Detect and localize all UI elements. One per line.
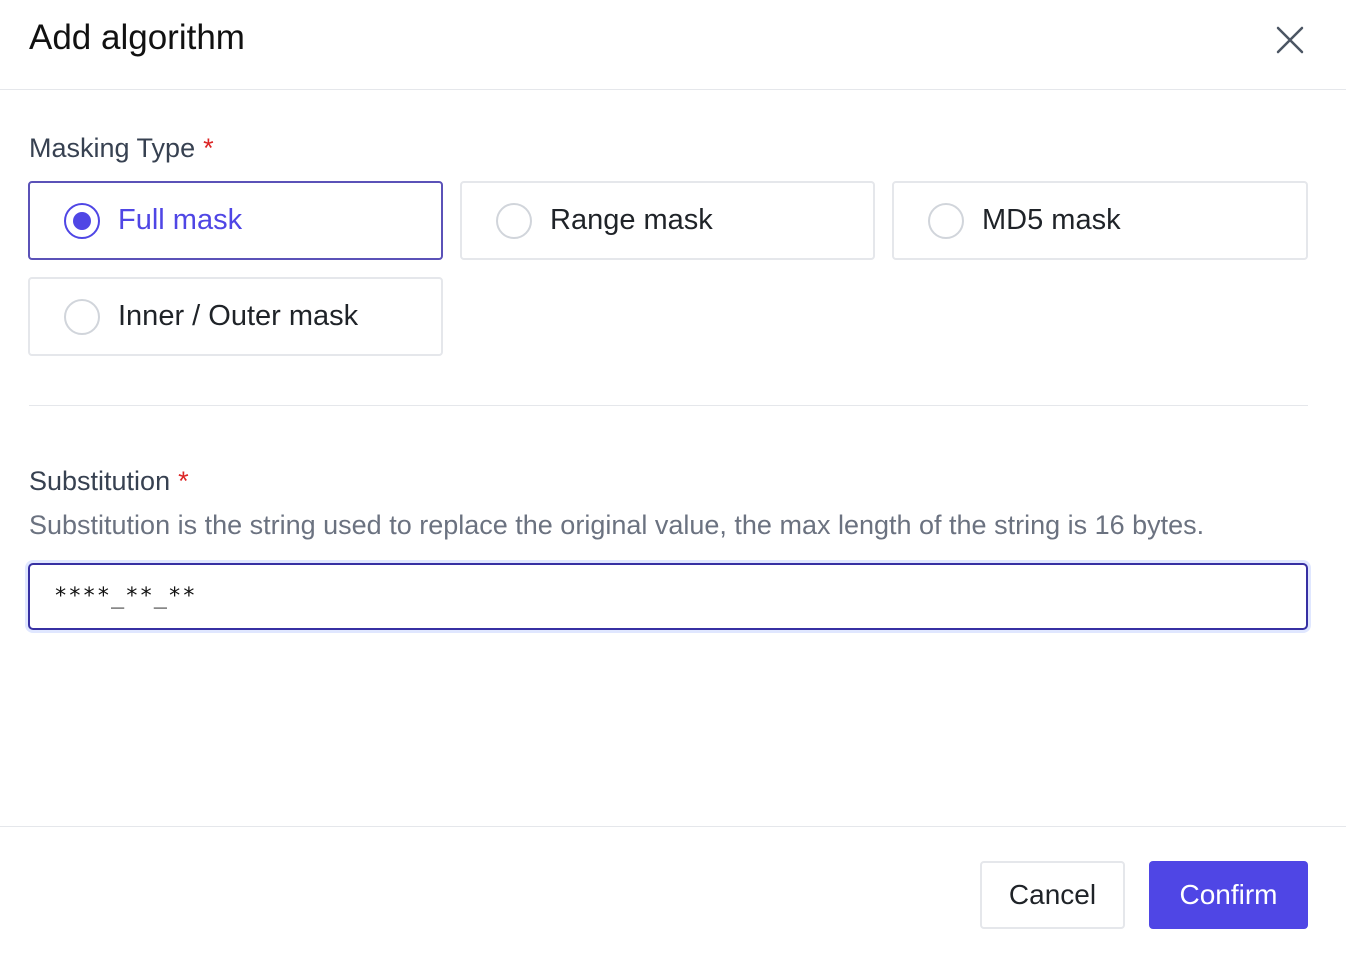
substitution-label: Substitution * xyxy=(29,466,189,496)
option-range-mask[interactable]: Range mask xyxy=(460,181,875,260)
cancel-button[interactable]: Cancel xyxy=(980,861,1125,929)
option-md5-mask[interactable]: MD5 mask xyxy=(892,181,1308,260)
substitution-input[interactable] xyxy=(28,563,1308,630)
radio-checked-icon[interactable] xyxy=(64,202,100,239)
dialog-title: Add algorithm xyxy=(29,18,245,57)
radio-unchecked-icon[interactable] xyxy=(496,202,532,239)
dialog-footer: Cancel Confirm xyxy=(0,826,1346,954)
confirm-button[interactable]: Confirm xyxy=(1149,861,1308,929)
divider xyxy=(29,405,1308,406)
radio-unchecked-icon[interactable] xyxy=(64,298,100,335)
close-icon[interactable] xyxy=(1272,22,1308,58)
substitution-description: Substitution is the string used to repla… xyxy=(29,510,1205,540)
option-inner-outer-mask[interactable]: Inner / Outer mask xyxy=(28,277,443,356)
option-full-mask[interactable]: Full mask xyxy=(28,181,443,260)
masking-type-label: Masking Type * xyxy=(29,133,214,163)
dialog-header: Add algorithm xyxy=(0,0,1346,90)
radio-unchecked-icon[interactable] xyxy=(928,202,964,239)
